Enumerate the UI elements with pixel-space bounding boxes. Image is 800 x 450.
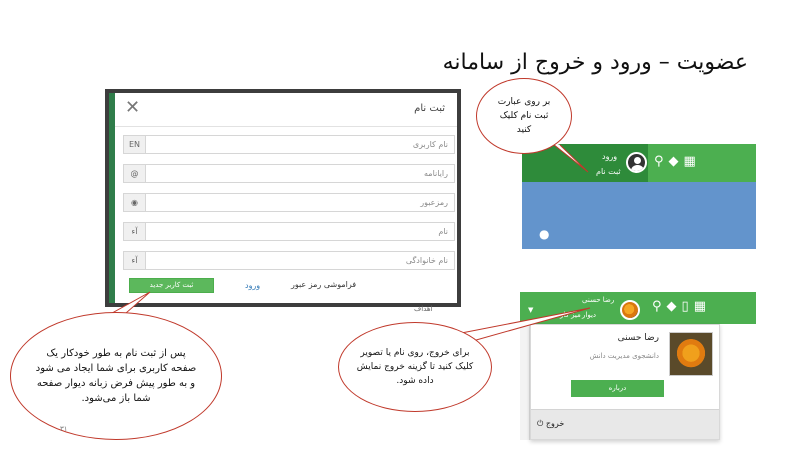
header-icons: ⚲ ◆ ▦ — [654, 155, 696, 169]
register-button[interactable]: ثبت کاربر جدید — [129, 278, 214, 293]
username-field[interactable]: EN — [123, 135, 455, 154]
persian-keyboard-icon: آء — [124, 223, 146, 240]
profile-role: دانشجوی مدیریت دانش — [589, 352, 659, 360]
logout-label: خروج — [545, 419, 565, 428]
modal-header: ثبت نام ✕ — [115, 93, 457, 127]
header-icons: ⚲ ◆ ▯ ▦ — [652, 300, 706, 314]
callout-text: برای خروج، روی نام یا تصویر کلیک کنید تا… — [356, 348, 474, 386]
en-keyboard-icon: EN — [124, 136, 146, 153]
eye-icon: ◉ — [124, 194, 146, 211]
register-link[interactable]: ثبت نام — [596, 167, 621, 176]
slide-title: عضویت – ورود و خروج از سامانه — [442, 50, 748, 75]
search-icon[interactable]: ⚲ — [654, 155, 664, 169]
modal-title: ثبت نام — [414, 103, 445, 114]
forgot-password-link[interactable]: فراموشی رمز عبور — [291, 280, 356, 289]
first-name-input[interactable] — [148, 223, 454, 240]
background-peek-text: اهداف — [414, 305, 433, 313]
password-input[interactable] — [148, 194, 454, 211]
user-dropdown: رضا حسنی دانشجوی مدیریت دانش درباره خروج… — [530, 324, 720, 440]
power-icon: ⏻ — [537, 419, 544, 428]
close-icon[interactable]: ✕ — [125, 97, 140, 118]
last-name-input[interactable] — [148, 252, 454, 269]
logout-button[interactable]: خروج ⏻ — [537, 419, 564, 429]
callout-line: کنید — [516, 125, 532, 135]
tag-icon[interactable]: ◆ — [667, 300, 677, 314]
first-name-field[interactable]: آء — [123, 222, 455, 241]
header-widget-logged-out: ورود ثبت نام ⚲ ◆ ▦ ● — [522, 144, 756, 249]
last-name-field[interactable]: آء — [123, 251, 455, 270]
search-icon[interactable]: ⚲ — [652, 300, 662, 314]
password-field[interactable]: ◉ — [123, 193, 455, 212]
callout-line: بر روی عبارت — [497, 97, 551, 107]
profile-name: رضا حسنی — [617, 333, 659, 343]
user-avatar[interactable] — [620, 300, 640, 320]
dropdown-footer: خروج ⏻ — [531, 409, 719, 439]
grid-icon[interactable]: ▦ — [684, 155, 696, 169]
desk-link[interactable]: میز کار — [560, 311, 581, 319]
callout-line: ثبت نام کلیک — [499, 111, 549, 121]
location-pin-icon[interactable]: ● — [539, 227, 549, 241]
grid-icon[interactable]: ▦ — [694, 300, 706, 314]
callout-text: پس از ثبت نام به طور خودکار یک صفحه کارب… — [35, 348, 197, 404]
page-sidebar — [520, 324, 530, 440]
callout-register-hint: بر روی عبارت ثبت نام کلیک کنید — [476, 78, 572, 154]
chevron-down-icon[interactable]: ▼ — [528, 306, 533, 314]
tag-icon[interactable]: ◆ — [669, 155, 679, 169]
header-widget-logged-in: رضا حسنی دیوار میز کار ▼ ⚲ ◆ ▯ ▦ رضا حسن… — [520, 292, 756, 442]
email-field[interactable]: @ — [123, 164, 455, 183]
book-icon[interactable]: ▯ — [682, 300, 689, 314]
callout-after-register: پس از ثبت نام به طور خودکار یک صفحه کارب… — [10, 312, 222, 440]
register-modal: ثبت نام ✕ EN @ ◉ آء آء ثبت کاربر جدید ور… — [105, 89, 461, 307]
profile-photo — [669, 332, 713, 376]
dropdown-profile: رضا حسنی دانشجوی مدیریت دانش درباره — [531, 325, 719, 403]
user-avatar-icon[interactable] — [626, 152, 647, 173]
at-icon: @ — [124, 165, 146, 182]
login-link[interactable]: ورود — [245, 281, 260, 290]
callout-logout-hint: برای خروج، روی نام یا تصویر کلیک کنید تا… — [338, 322, 492, 412]
about-button[interactable]: درباره — [571, 380, 664, 397]
persian-keyboard-icon: آء — [124, 252, 146, 269]
page-number: ۳۱ — [60, 425, 68, 433]
email-input[interactable] — [148, 165, 454, 182]
username-input[interactable] — [148, 136, 454, 153]
login-link[interactable]: ورود — [602, 152, 617, 161]
user-name[interactable]: رضا حسنی — [582, 296, 614, 304]
wall-link[interactable]: دیوار — [582, 311, 596, 319]
